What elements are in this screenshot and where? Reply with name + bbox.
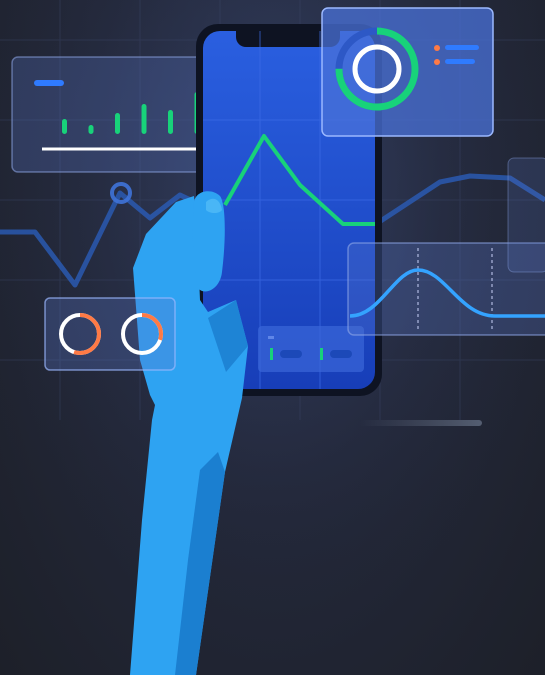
donut-panel	[321, 7, 494, 137]
illustration-canvas	[0, 0, 545, 675]
floor-light-bar	[360, 420, 482, 426]
mini-bar	[141, 104, 147, 134]
mini-bar	[168, 110, 173, 134]
phone-mini-widget	[258, 326, 364, 372]
ring-progress-panel	[44, 297, 176, 371]
mini-bar	[62, 119, 67, 134]
illustration-scene	[0, 0, 545, 675]
edge-panel	[507, 157, 545, 273]
mini-bar	[88, 125, 94, 134]
panel-header-bar	[34, 80, 64, 86]
mini-bar	[115, 113, 120, 134]
